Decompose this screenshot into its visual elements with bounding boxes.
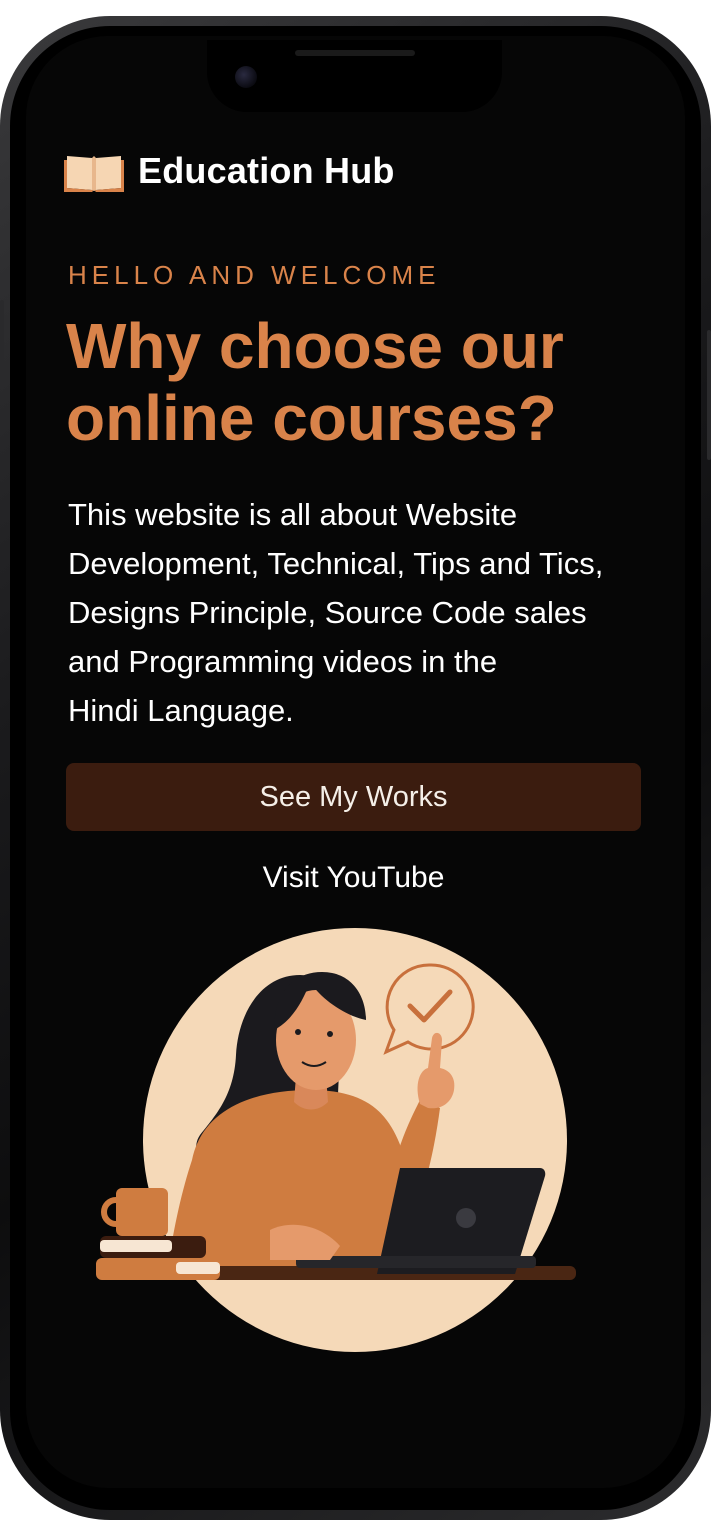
screen <box>26 36 685 1488</box>
headline-line: online courses? <box>66 382 557 454</box>
eyebrow-text: HELLO AND WELCOME <box>68 260 441 290</box>
hero-description: This website is all about Website Develo… <box>68 490 698 735</box>
description-line: and Programming videos in the <box>68 644 498 679</box>
headline-line: Why choose our <box>66 310 564 382</box>
visit-youtube-link[interactable]: Visit YouTube <box>66 855 641 901</box>
description-line: Development, Technical, Tips and Tics, <box>68 546 604 581</box>
open-book-icon <box>64 156 124 192</box>
headline: Why choose our online courses? <box>66 310 686 454</box>
description-line: Designs Principle, Source Code sales <box>68 595 587 630</box>
camera-icon <box>235 66 257 88</box>
brand[interactable]: Education Hub <box>64 150 395 192</box>
description-line: This website is all about Website <box>68 497 518 532</box>
description-line: Hindi Language. <box>68 693 294 728</box>
see-my-works-button[interactable]: See My Works <box>66 763 641 831</box>
speaker-grille <box>295 50 415 56</box>
side-button <box>707 330 711 460</box>
side-button <box>0 300 4 390</box>
brand-name: Education Hub <box>138 150 395 191</box>
notch <box>207 40 502 112</box>
